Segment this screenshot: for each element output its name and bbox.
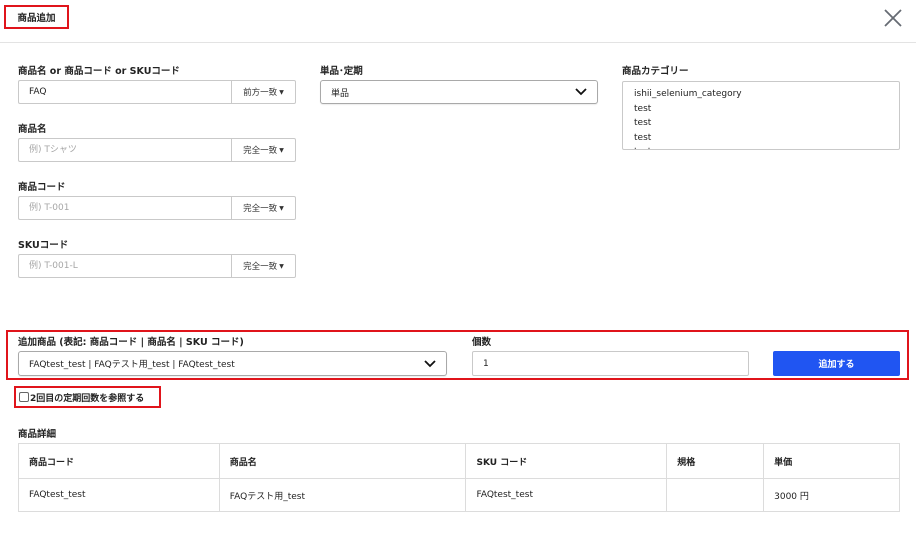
category-option[interactable]: test [634, 116, 888, 131]
caret-down-icon: ▼ [279, 146, 284, 154]
product-code-group: 完全一致▼ [18, 196, 296, 220]
recurring-checkbox-row[interactable]: 2回目の定期回数を参照する [14, 386, 161, 408]
category-option[interactable]: test [634, 145, 888, 149]
caret-down-icon: ▼ [279, 204, 284, 212]
match-mode-label: 完全一致 [243, 146, 278, 156]
modal-header: 商品追加 [0, 0, 916, 43]
category-label: 商品カテゴリー [622, 66, 689, 77]
category-listbox[interactable]: ishii_selenium_category test test test t… [622, 81, 900, 150]
caret-down-icon: ▼ [279, 262, 284, 270]
add-product-select[interactable]: FAQtest_test | FAQテスト用_test | FAQtest_te… [18, 351, 447, 376]
combined-search-input[interactable] [18, 80, 231, 104]
product-name-match-dropdown[interactable]: 完全一致 ▼ [231, 138, 296, 162]
details-table: 商品コード 商品名 SKU コード 規格 単価 FAQtest_test FAQ… [18, 443, 900, 512]
category-option[interactable]: ishii_selenium_category [634, 87, 888, 102]
column-header: 商品名 [218, 443, 467, 479]
close-button[interactable] [881, 6, 905, 30]
category-option[interactable]: test [634, 102, 888, 117]
match-mode-label: 完全一致 [243, 262, 278, 272]
type-filter-value: 単品 [331, 88, 350, 99]
details-title: 商品詳細 [18, 429, 57, 440]
add-product-label: 追加商品 (表記: 商品コード | 商品名 | SKU コード) [18, 337, 244, 348]
column-header: 規格 [666, 443, 765, 479]
sku-code-match-dropdown[interactable]: 完全一致 ▼ [231, 254, 296, 278]
chevron-down-icon [575, 88, 587, 96]
recurring-checkbox-label: 2回目の定期回数を参照する [30, 393, 145, 404]
caret-down-icon: ▼ [279, 88, 284, 96]
product-name-input[interactable] [18, 138, 231, 162]
combined-search-label: 商品名 or 商品コード or SKUコード [18, 66, 180, 77]
table-cell: FAQテスト用_test [218, 478, 467, 512]
column-header: 単価 [763, 443, 900, 479]
product-code-match-dropdown[interactable]: 完全一致 ▼ [231, 196, 296, 220]
recurring-checkbox[interactable] [19, 392, 29, 402]
quantity-input[interactable] [472, 351, 749, 376]
table-header-row: 商品コード 商品名 SKU コード 規格 単価 [18, 443, 900, 479]
match-mode-label: 前方一致 [243, 88, 278, 98]
column-header: 商品コード [18, 443, 220, 479]
product-code-label: 商品コード [18, 182, 66, 193]
table-cell: 3000 円 [763, 478, 900, 512]
chevron-down-icon [424, 359, 436, 367]
column-header: SKU コード [465, 443, 668, 479]
quantity-label: 個数 [472, 337, 492, 348]
match-mode-label: 完全一致 [243, 204, 278, 214]
sku-code-input[interactable] [18, 254, 231, 278]
product-name-label: 商品名 [18, 124, 47, 135]
sku-code-group: 完全一致▼ [18, 254, 296, 278]
sku-code-label: SKUコード [18, 240, 69, 251]
add-button[interactable]: 追加する [773, 351, 900, 376]
product-code-input[interactable] [18, 196, 231, 220]
table-row: FAQtest_test FAQテスト用_test FAQtest_test 3… [18, 478, 900, 512]
table-cell [666, 478, 765, 512]
table-cell: FAQtest_test [465, 478, 668, 512]
close-icon [884, 9, 902, 27]
modal-title: 商品追加 [4, 5, 69, 29]
add-product-value: FAQtest_test | FAQテスト用_test | FAQtest_te… [29, 360, 235, 370]
product-name-group: 完全一致▼ [18, 138, 296, 162]
combined-match-dropdown[interactable]: 前方一致 ▼ [231, 80, 296, 104]
type-filter-label: 単品･定期 [320, 66, 363, 77]
combined-search-group: 前方一致▼ [18, 80, 296, 104]
category-option[interactable]: test [634, 131, 888, 146]
table-cell: FAQtest_test [18, 478, 220, 512]
type-filter-select[interactable]: 単品 [320, 80, 598, 104]
